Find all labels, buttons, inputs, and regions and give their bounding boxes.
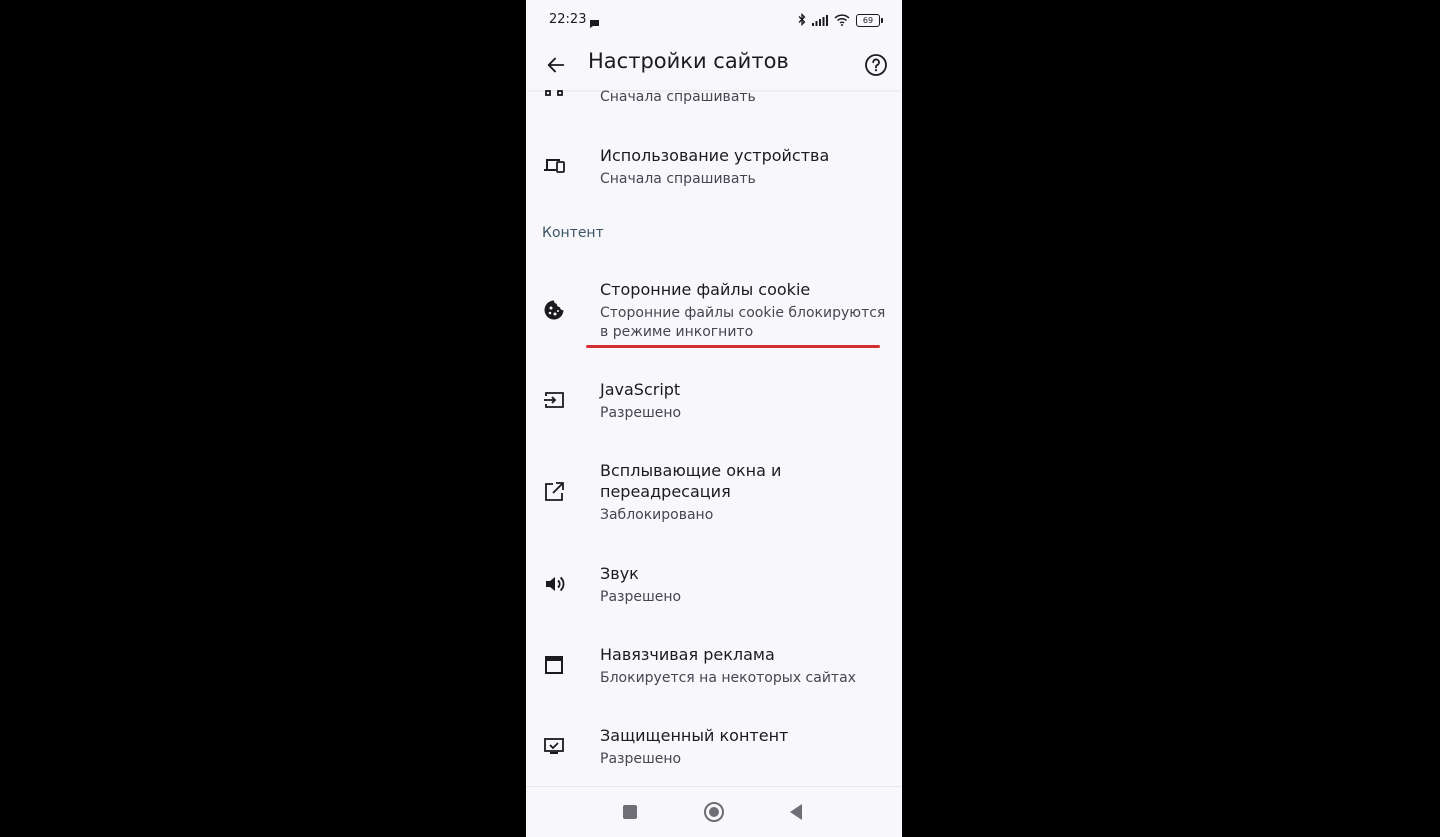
home-icon[interactable]	[701, 799, 727, 825]
cookie-icon	[542, 298, 566, 322]
devices-icon	[542, 153, 566, 177]
list-item-device-use[interactable]: Использование устройства Сначала спрашив…	[526, 132, 902, 198]
list-item-sound[interactable]: Звук Разрешено	[526, 550, 902, 616]
item-title: JavaScript	[600, 380, 681, 399]
item-title: Сторонние файлы cookie	[600, 280, 811, 299]
list-item-protected-content[interactable]: Защищенный контент Разрешено	[526, 712, 902, 778]
item-subtitle: Сторонние файлы cookie блокируются в реж…	[600, 305, 886, 340]
item-subtitle: Разрешено	[600, 589, 682, 605]
item-title: Навязчивая реклама	[600, 645, 775, 664]
item-title: Звук	[600, 564, 639, 583]
item-title: Всплывающие окна и переадресация	[600, 461, 782, 501]
popup-icon	[542, 480, 566, 504]
item-title: Использование устройства	[600, 146, 830, 165]
status-time: 22:23	[549, 12, 587, 27]
wifi-icon	[834, 11, 850, 30]
partial-icon	[542, 90, 566, 99]
item-subtitle: Разрешено	[600, 405, 682, 421]
status-bar: 22:23 69	[526, 0, 902, 40]
app-bar: Настройки сайтов	[526, 40, 902, 90]
item-subtitle: Заблокировано	[600, 507, 714, 523]
ads-icon	[542, 653, 566, 677]
help-icon[interactable]	[860, 49, 892, 81]
list-item-partial[interactable]: Сначала спрашивать	[526, 90, 902, 108]
page-title: Настройки сайтов	[588, 49, 789, 73]
list-item-popups[interactable]: Всплывающие окна и переадресация Заблоки…	[526, 447, 902, 533]
section-header-content: Контент	[542, 225, 604, 241]
message-icon	[589, 14, 600, 33]
item-subtitle: Блокируется на некоторых сайтах	[600, 670, 856, 686]
list-item-third-party-cookies[interactable]: Сторонние файлы cookie Сторонние файлы c…	[526, 266, 902, 352]
nav-back-icon[interactable]	[783, 799, 809, 825]
highlight-underline	[586, 345, 880, 348]
status-icons: 69	[798, 11, 883, 30]
settings-list: Сначала спрашивать Использование устройс…	[526, 90, 902, 787]
battery-icon: 69	[856, 14, 883, 27]
bluetooth-icon	[798, 11, 806, 30]
signal-icon	[812, 11, 828, 30]
item-subtitle: Сначала спрашивать	[600, 171, 756, 187]
item-title: Защищенный контент	[600, 726, 789, 745]
back-arrow-icon[interactable]	[540, 49, 572, 81]
phone-screen: 22:23 69 Настройки сайтов Сначала спраши…	[526, 0, 902, 837]
javascript-icon	[542, 388, 566, 412]
list-item-intrusive-ads[interactable]: Навязчивая реклама Блокируется на некото…	[526, 631, 902, 697]
item-subtitle: Разрешено	[600, 751, 682, 767]
item-subtitle: Сначала спрашивать	[600, 90, 756, 105]
protected-content-icon	[542, 734, 566, 758]
system-nav-bar	[526, 786, 902, 837]
recents-icon[interactable]	[617, 799, 643, 825]
list-item-javascript[interactable]: JavaScript Разрешено	[526, 366, 902, 432]
sound-icon	[542, 572, 566, 596]
